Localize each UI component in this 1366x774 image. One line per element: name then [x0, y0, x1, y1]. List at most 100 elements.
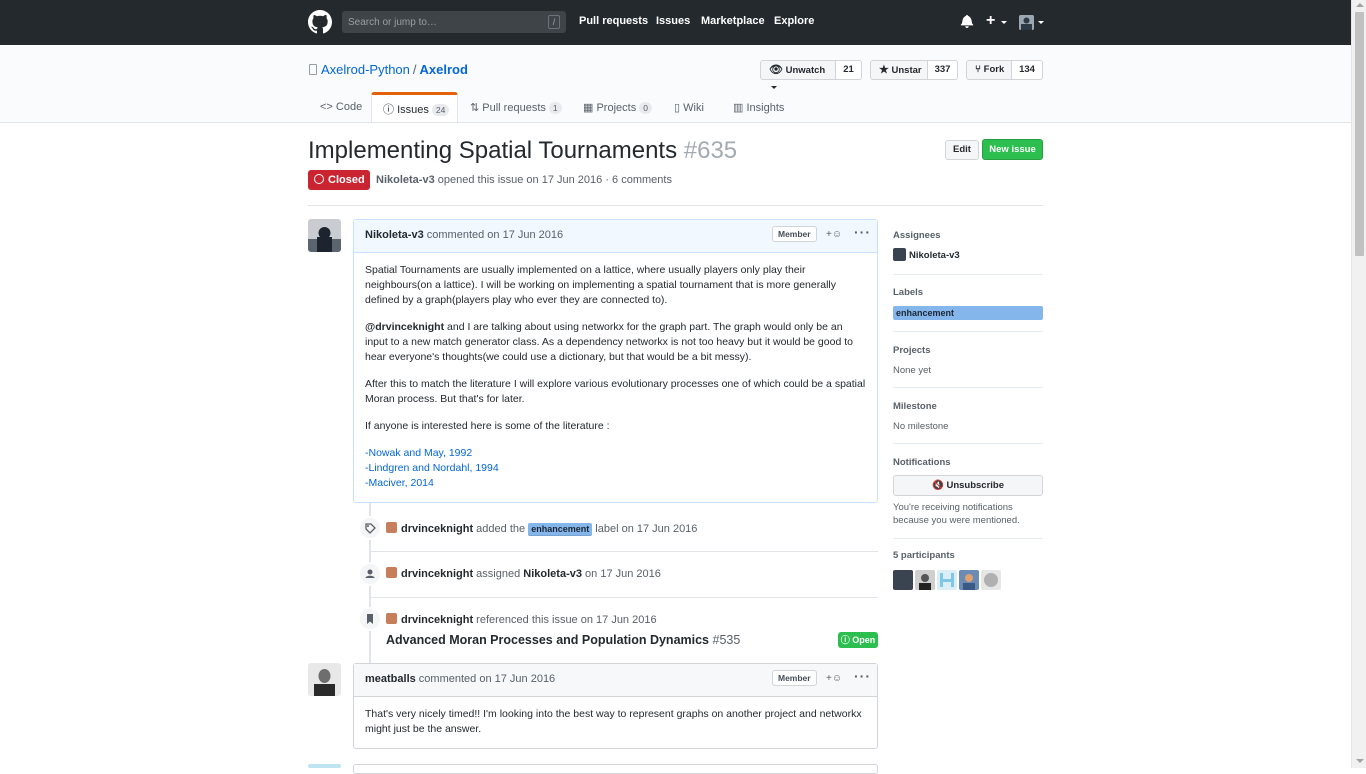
- kebab-menu-icon[interactable]: ···: [854, 224, 871, 240]
- comment-timestamp[interactable]: commented on 17 Jun 2016: [424, 229, 563, 241]
- fork-button[interactable]: ⑂ Fork: [966, 60, 1012, 80]
- new-issue-button[interactable]: New issue: [982, 139, 1043, 160]
- label-enhancement[interactable]: enhancement: [893, 306, 1043, 320]
- sidebar-milestone-heading[interactable]: Milestone: [893, 401, 937, 412]
- create-new-icon[interactable]: +: [986, 12, 995, 30]
- event-actor-link[interactable]: drvinceknight: [401, 568, 473, 580]
- reference-link[interactable]: -Nowak and May, 1992: [365, 447, 472, 459]
- search-input[interactable]: [342, 11, 544, 33]
- avatar[interactable]: [308, 663, 341, 696]
- scrollbar-thumb[interactable]: [1355, 12, 1364, 256]
- label-event: drvinceknight added the enhancement labe…: [386, 522, 697, 536]
- referenced-issue-link[interactable]: Advanced Moran Processes and Population …: [386, 633, 740, 647]
- comment-paragraph: @drvinceknight and I are talking about u…: [365, 320, 866, 365]
- assignee-link[interactable]: Nikoleta-v3: [523, 568, 582, 580]
- star-icon: ★: [879, 64, 889, 76]
- tab-pull-requests[interactable]: ⇅ Pull requests 1: [470, 101, 562, 114]
- notifications-bell-icon[interactable]: [960, 14, 974, 28]
- comment-timestamp[interactable]: commented on 17 Jun 2016: [416, 673, 555, 685]
- edit-button[interactable]: Edit: [945, 140, 979, 160]
- label-enhancement[interactable]: enhancement: [528, 523, 593, 536]
- avatar[interactable]: [308, 764, 341, 768]
- avatar[interactable]: [386, 613, 397, 624]
- issue-closed-icon: [314, 174, 324, 184]
- tab-code[interactable]: <> Code: [320, 101, 362, 113]
- participant-avatar[interactable]: [959, 570, 979, 590]
- issue-icon: ⓘ: [383, 104, 394, 116]
- sidebar-assignee[interactable]: Nikoleta-v3: [893, 248, 960, 261]
- top-header: / Pull requests Issues Marketplace Explo…: [0, 0, 1351, 45]
- comment-paragraph: If anyone is interested here is some of …: [365, 420, 610, 432]
- nav-pull-requests[interactable]: Pull requests: [579, 15, 648, 27]
- unstar-button[interactable]: ★ Unstar: [870, 60, 928, 80]
- tab-code-label: Code: [335, 101, 363, 113]
- sidebar-labels-heading[interactable]: Labels: [893, 287, 923, 298]
- project-icon: ▦: [583, 102, 594, 114]
- user-mention-link[interactable]: @drvinceknight: [365, 321, 444, 333]
- tab-insights[interactable]: ▥ Insights: [733, 101, 784, 114]
- kebab-menu-icon[interactable]: ···: [854, 668, 871, 684]
- avatar[interactable]: [386, 522, 397, 533]
- member-badge: Member: [772, 226, 817, 242]
- sidebar-assignees-heading[interactable]: Assignees: [893, 230, 941, 241]
- comment-author-line: meatballs commented on 17 Jun 2016: [365, 673, 555, 685]
- nav-issues[interactable]: Issues: [656, 15, 690, 27]
- search-box: /: [342, 11, 566, 33]
- issue-author-link[interactable]: Nikoleta-v3: [376, 174, 435, 186]
- watch-count[interactable]: 21: [836, 60, 862, 80]
- page-scrollbar[interactable]: [1351, 0, 1366, 768]
- sidebar-projects-heading[interactable]: Projects: [893, 345, 931, 356]
- issue-meta: Nikoleta-v3 opened this issue on 17 Jun …: [376, 174, 672, 186]
- participant-avatar[interactable]: [915, 570, 935, 590]
- fork-count[interactable]: 134: [1012, 60, 1043, 80]
- tab-wiki[interactable]: ▯ Wiki: [674, 101, 704, 114]
- comment-header: Nikoleta-v3 commented on 17 Jun 2016 Mem…: [354, 220, 877, 253]
- unsubscribe-label: Unsubscribe: [946, 480, 1005, 491]
- header-divider: [308, 205, 1043, 206]
- participant-avatar[interactable]: [937, 570, 957, 590]
- comment-author-link[interactable]: meatballs: [365, 673, 416, 685]
- reference-link[interactable]: -Maciver, 2014: [365, 477, 434, 489]
- avatar[interactable]: [386, 567, 397, 578]
- reference-link[interactable]: -Lindgren and Nordahl, 1994: [365, 462, 499, 474]
- avatar[interactable]: [308, 219, 341, 252]
- referenced-issue-number: #535: [712, 633, 741, 647]
- status-label: Closed: [328, 174, 365, 186]
- avatar: [893, 248, 906, 261]
- nav-explore[interactable]: Explore: [774, 15, 814, 27]
- nav-marketplace[interactable]: Marketplace: [701, 15, 765, 27]
- repo-owner-link[interactable]: Axelrod-Python: [321, 62, 410, 77]
- comment-header: meatballs commented on 17 Jun 2016 Membe…: [354, 664, 877, 697]
- repo-name: Axelrod: [419, 62, 468, 77]
- comment-body: Spatial Tournaments are usually implemen…: [354, 253, 877, 501]
- scroll-up-arrow-icon[interactable]: [1356, 3, 1364, 7]
- referenced-issue-title: Advanced Moran Processes and Population …: [386, 633, 710, 647]
- comment-box: meatballs commented on 17 Jun 2016 Membe…: [353, 663, 878, 749]
- event-text: on 17 Jun 2016: [581, 568, 661, 580]
- add-reaction-icon[interactable]: +☺: [826, 229, 842, 240]
- event-actor-link[interactable]: drvinceknight: [401, 614, 473, 626]
- tab-projects[interactable]: ▦ Projects 0: [583, 101, 652, 114]
- participant-avatar[interactable]: [893, 570, 913, 590]
- sidebar-divider: [893, 538, 1043, 539]
- tab-issues[interactable]: ⓘ Issues 24: [383, 101, 450, 117]
- notification-reason: You're receiving notifications because y…: [893, 502, 1020, 526]
- comment-paragraph: That's very nicely timed!! I'm looking i…: [365, 708, 862, 735]
- add-reaction-icon[interactable]: +☺: [826, 673, 842, 684]
- event-divider: [370, 551, 878, 552]
- github-logo-icon[interactable]: [308, 10, 332, 34]
- graph-icon: ▥: [733, 102, 744, 114]
- user-avatar[interactable]: [1019, 15, 1034, 30]
- chevron-down-icon: [1038, 21, 1044, 24]
- unwatch-label: Unwatch: [785, 65, 826, 76]
- unsubscribe-button[interactable]: 🔇 Unsubscribe: [893, 475, 1043, 496]
- tag-icon: [358, 516, 382, 540]
- event-actor-link[interactable]: drvinceknight: [401, 523, 473, 535]
- scroll-down-arrow-icon[interactable]: [1356, 759, 1364, 763]
- unwatch-button[interactable]: 👁 Unwatch: [760, 60, 836, 89]
- comment-box: Nikoleta-v3 commented on 17 Jun 2016 Mem…: [353, 219, 878, 503]
- star-count[interactable]: 337: [928, 60, 958, 80]
- comment-author-link[interactable]: Nikoleta-v3: [365, 229, 424, 241]
- participant-avatar[interactable]: [981, 570, 1001, 590]
- repo-name-link[interactable]: Axelrod: [420, 62, 468, 77]
